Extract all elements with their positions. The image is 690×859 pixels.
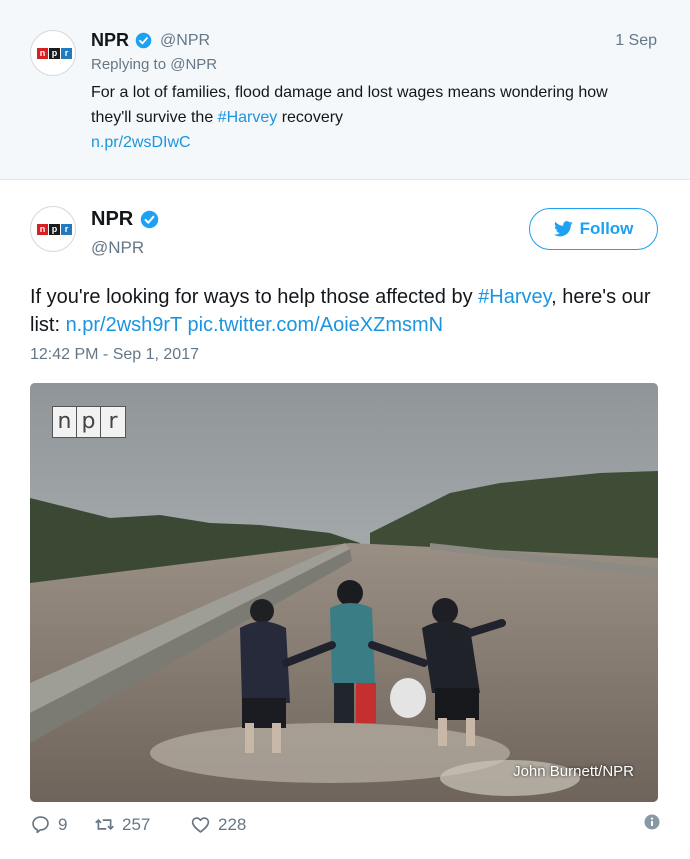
like-count: 228 (218, 814, 247, 834)
hashtag-link[interactable]: #Harvey (478, 286, 551, 308)
retweet-count: 257 (122, 814, 151, 834)
reply-tweet[interactable]: n p r NPR @NPR 1 Sep Replying to @NPR Fo… (0, 0, 690, 180)
npr-avatar[interactable]: n p r (30, 30, 76, 76)
tweet-timestamp[interactable]: 12:42 PM - Sep 1, 2017 (30, 346, 199, 364)
url-link[interactable]: n.pr/2wsh9rT (66, 314, 182, 336)
flood-scene-illustration (30, 383, 658, 802)
tweet-actions: 9 257 228 (30, 814, 660, 844)
npr-logo: n p r (37, 224, 72, 235)
tweet-date[interactable]: 1 Sep (615, 32, 657, 50)
pic-link[interactable]: pic.twitter.com/AoieXZmsmN (187, 314, 443, 336)
main-tweet-text: If you're looking for ways to help those… (30, 283, 660, 339)
author-handle[interactable]: @NPR (91, 238, 144, 258)
url-link[interactable]: n.pr/2wsDIwC (91, 134, 191, 151)
follow-button[interactable]: Follow (529, 208, 658, 250)
reply-icon (32, 816, 49, 834)
text-segment: For a lot of families, flood damage and … (91, 84, 608, 126)
author-handle[interactable]: @NPR (160, 32, 210, 50)
npr-logo: n p r (37, 48, 72, 59)
text-segment: If you're looking for ways to help those… (30, 286, 479, 308)
text-segment: recovery (277, 109, 344, 126)
replying-to: Replying to @NPR (91, 56, 218, 73)
heart-icon (191, 817, 210, 833)
verified-badge-icon (135, 32, 152, 49)
retweet-button[interactable]: 257 (94, 814, 150, 835)
reply-count: 9 (58, 814, 68, 834)
npr-avatar[interactable]: n p r (30, 206, 76, 252)
npr-watermark: n p r (52, 406, 126, 438)
retweet-icon (95, 818, 114, 831)
verified-badge-icon (141, 210, 159, 229)
photo-credit: John Burnett/NPR (513, 763, 634, 780)
main-author-row: NPR (91, 208, 159, 231)
tweet-photo[interactable]: n p r John Burnett/NPR (30, 383, 658, 802)
hashtag-link[interactable]: #Harvey (218, 109, 278, 126)
follow-label: Follow (579, 219, 634, 238)
author-name[interactable]: NPR (91, 208, 133, 231)
twitter-bird-icon (553, 221, 573, 237)
like-button[interactable]: 228 (190, 814, 246, 835)
author-name[interactable]: NPR (91, 30, 129, 51)
info-icon (644, 814, 660, 830)
info-button[interactable] (644, 814, 660, 830)
reply-tweet-text: For a lot of families, flood damage and … (91, 80, 631, 155)
reply-button[interactable]: 9 (30, 814, 67, 835)
reply-author-row: NPR @NPR (91, 30, 210, 51)
